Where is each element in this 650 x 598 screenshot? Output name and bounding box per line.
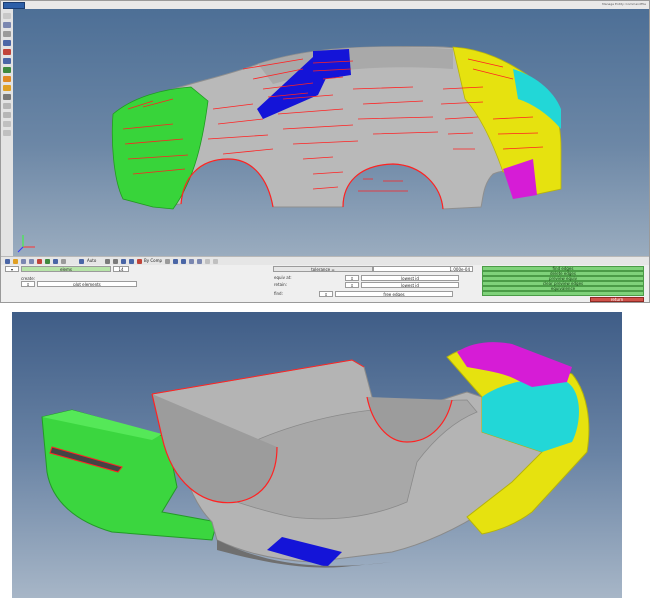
create-toggle[interactable]: ⇕ [21, 281, 35, 287]
entity-count: 14 [113, 266, 129, 272]
component-dropdown-label[interactable]: By Comp [144, 258, 162, 263]
color-icon[interactable] [3, 103, 11, 109]
entity-type-arrow[interactable]: ▾ [5, 266, 19, 272]
front-view-icon[interactable] [121, 259, 126, 264]
display-toggle-icon[interactable] [205, 259, 210, 264]
equiv-at-label: equiv at: [274, 275, 292, 280]
wireframe-icon[interactable] [3, 130, 11, 136]
lower-body-render [12, 312, 622, 598]
lower-body-model [41, 342, 590, 568]
view-dropdown-label[interactable]: Auto [87, 258, 96, 263]
component-color-icon[interactable] [137, 259, 142, 264]
visibility-icon[interactable] [3, 112, 11, 118]
shading-mode-icon[interactable] [61, 259, 66, 264]
reject-button[interactable] [482, 291, 644, 296]
car-body-model [17, 46, 562, 253]
axis-triad [17, 235, 35, 253]
hypermesh-window: Manage Entity: CommandFile Auto By Comp … [0, 0, 650, 303]
rear-green-part [111, 86, 209, 210]
equiv-toggle[interactable]: ⇕ [345, 275, 359, 281]
fit-view-icon[interactable] [113, 259, 118, 264]
mesh-display-icon[interactable] [173, 259, 178, 264]
save-icon[interactable] [5, 259, 10, 264]
rotate-view-icon[interactable] [105, 259, 110, 264]
retain-value[interactable]: lowest id [361, 282, 459, 288]
display-icon[interactable] [3, 85, 11, 91]
view-dropdown-icon[interactable] [79, 259, 84, 264]
mesh-icon[interactable] [3, 67, 11, 73]
view-icon[interactable] [3, 58, 11, 64]
shading-icon[interactable] [3, 121, 11, 127]
find-toggle[interactable]: ⇕ [319, 291, 333, 297]
geometry-icon[interactable] [3, 76, 11, 82]
return-button[interactable]: return [590, 297, 644, 302]
zoom-icon[interactable] [3, 40, 11, 46]
graphics-viewport[interactable] [13, 9, 649, 256]
find-label: find: [274, 291, 283, 296]
rotate-icon[interactable] [3, 22, 11, 28]
retain-label: retain: [274, 282, 288, 287]
camera-icon[interactable] [53, 259, 58, 264]
fit-icon[interactable] [3, 49, 11, 55]
settings-icon[interactable] [213, 259, 218, 264]
status-text: Manage Entity: CommandFile [602, 2, 646, 6]
transparency-icon[interactable] [189, 259, 194, 264]
app-menu-button[interactable] [3, 2, 25, 9]
component-icon[interactable] [3, 94, 11, 100]
redo-icon[interactable] [29, 259, 34, 264]
find-value[interactable]: free edges [335, 291, 453, 297]
side-view-icon[interactable] [129, 259, 134, 264]
tolerance-label: tolerance = [273, 266, 373, 272]
pan-icon[interactable] [3, 31, 11, 37]
retain-toggle[interactable]: ⇕ [345, 282, 359, 288]
entity-selector[interactable]: elems [21, 266, 111, 272]
plot-elements-field[interactable]: plot elements [37, 281, 137, 287]
select-mode-icon[interactable] [37, 259, 42, 264]
select-icon[interactable] [3, 13, 11, 19]
equiv-at-value[interactable]: lowest id [361, 275, 459, 281]
equivalence-panel: ▾ elems 14 create: ⇕ plot elements toler… [1, 265, 649, 302]
undo-icon[interactable] [21, 259, 26, 264]
shade-icon[interactable] [165, 259, 170, 264]
open-icon[interactable] [13, 259, 18, 264]
edges-icon[interactable] [181, 259, 186, 264]
view-mode-icon[interactable] [45, 259, 50, 264]
clip-icon[interactable] [197, 259, 202, 264]
tolerance-input[interactable]: 1.000e-04 [373, 266, 473, 272]
